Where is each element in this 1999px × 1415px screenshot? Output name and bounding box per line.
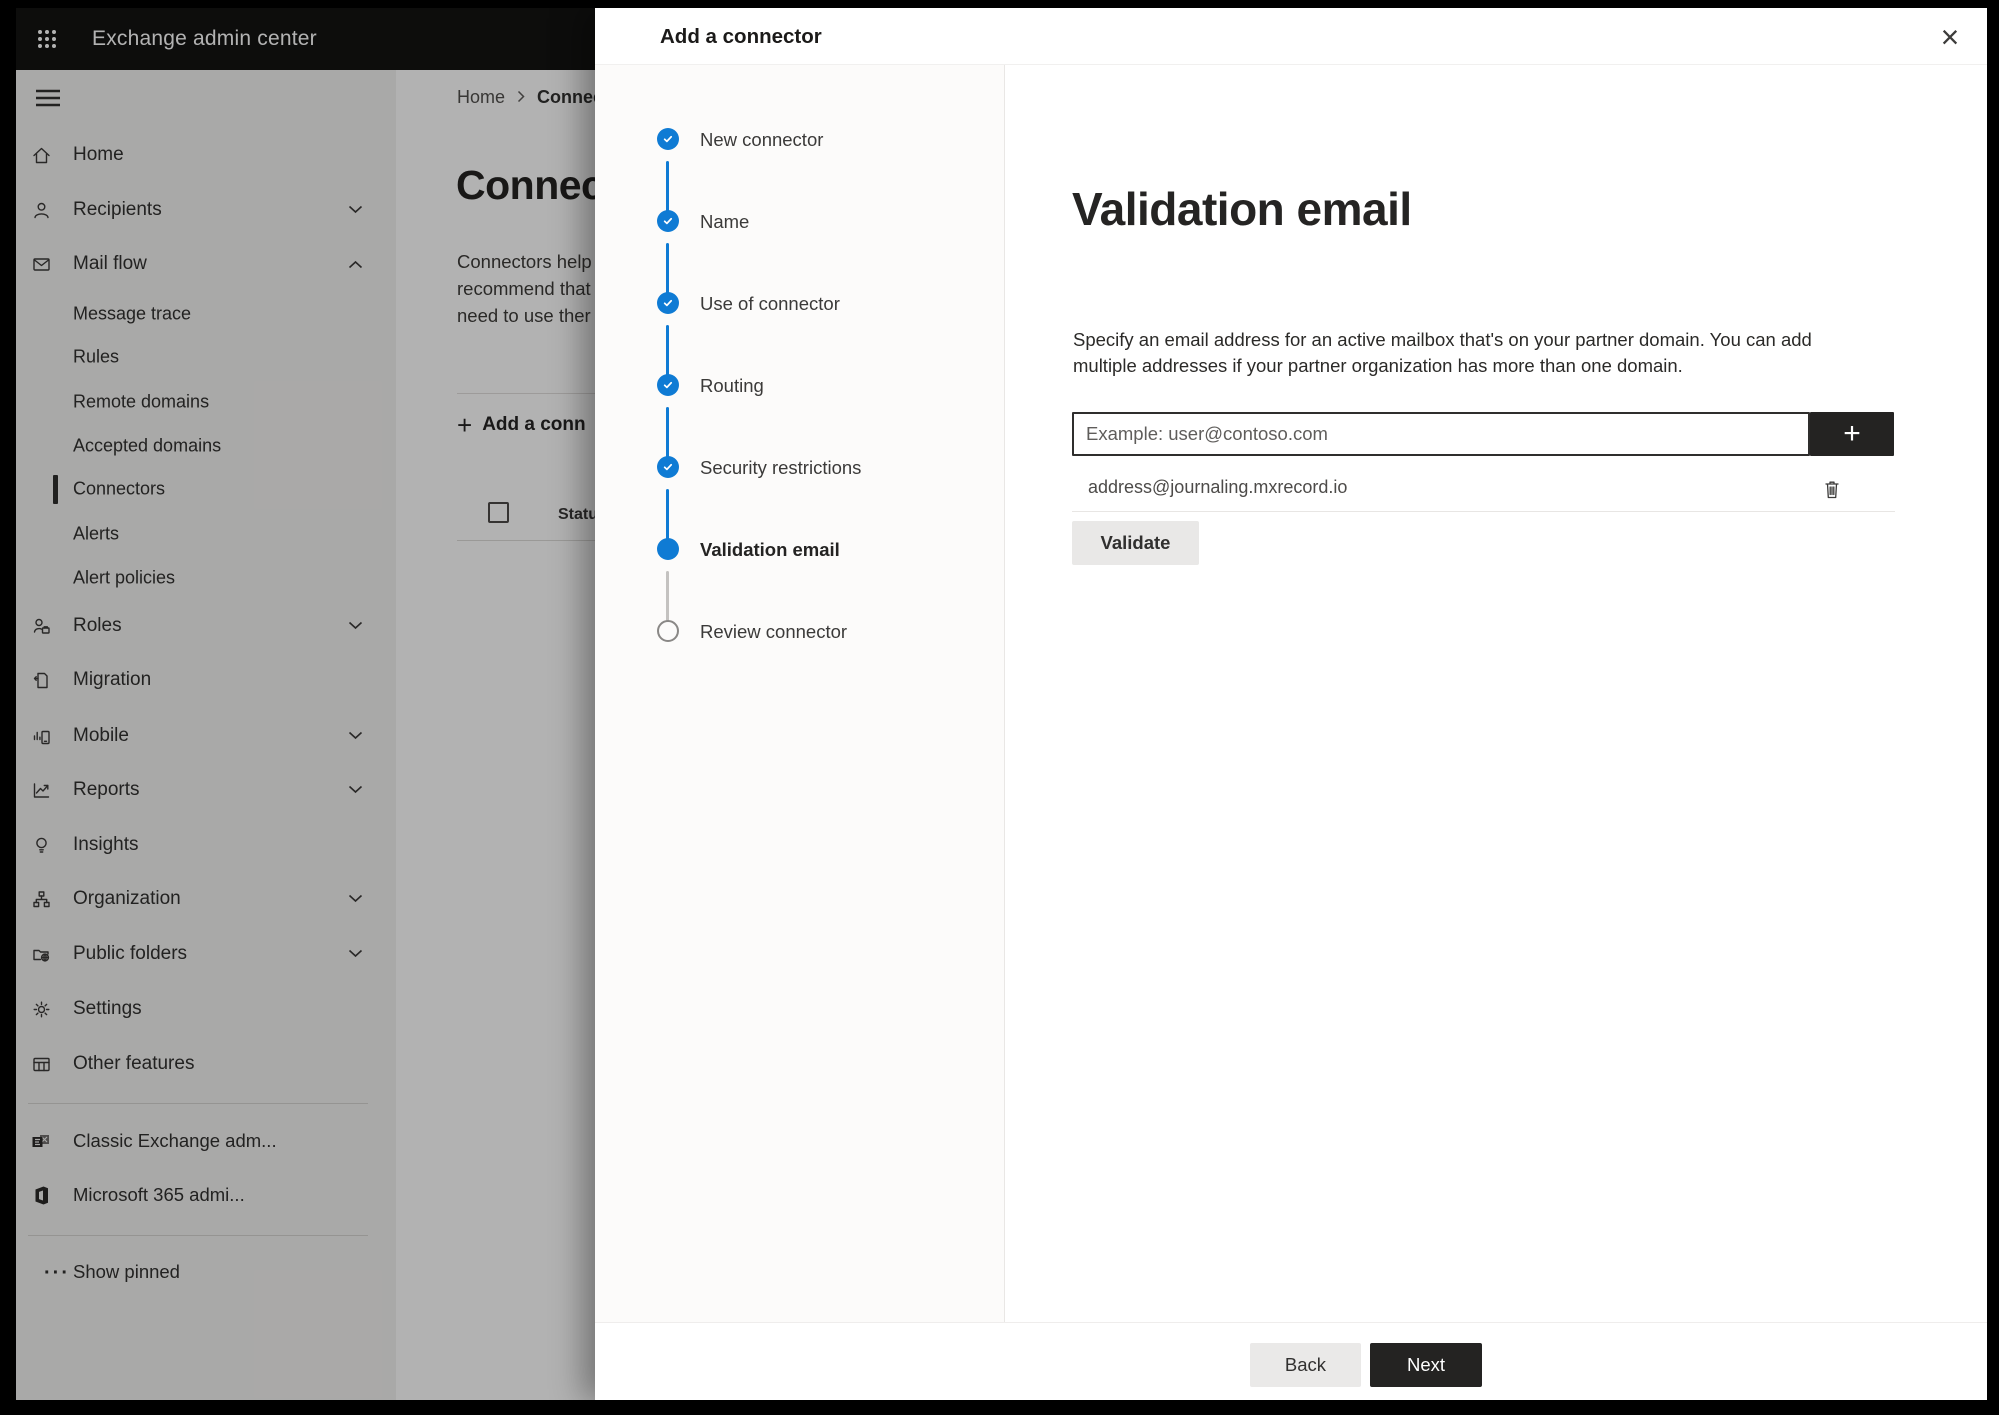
step-check-icon (657, 210, 679, 232)
step-new-connector[interactable]: New connector (595, 128, 1005, 152)
step-name[interactable]: Name (595, 210, 1005, 234)
step-check-icon (657, 374, 679, 396)
step-check-icon (657, 128, 679, 150)
trash-icon (1825, 481, 1839, 498)
address-list-divider (1072, 511, 1895, 512)
next-button[interactable]: Next (1370, 1343, 1482, 1387)
step-connector-line (666, 571, 669, 623)
validation-email-description: Specify an email address for an active m… (1073, 329, 1812, 376)
wizard-steps-panel: New connector Name Use of connector Rout… (595, 65, 1005, 1322)
delete-address-button[interactable] (1816, 473, 1848, 505)
step-check-icon (657, 292, 679, 314)
panel-title: Add a connector (660, 25, 822, 48)
step-use-of-connector[interactable]: Use of connector (595, 292, 1005, 316)
step-connector-line (666, 243, 669, 295)
added-address: address@journaling.mxrecord.io (1088, 477, 1348, 497)
step-connector-line (666, 489, 669, 541)
step-check-icon (657, 456, 679, 478)
close-icon[interactable]: × (1931, 18, 1969, 56)
email-address-input[interactable] (1072, 412, 1810, 456)
added-address-row: address@journaling.mxrecord.io (1072, 468, 1895, 510)
step-review-connector[interactable]: Review connector (595, 620, 1005, 644)
step-todo-circle (657, 620, 679, 642)
app-window: Exchange admin center Home Recipients Ma… (16, 8, 1987, 1400)
step-validation-email[interactable]: Validation email (595, 538, 1005, 562)
validate-button[interactable]: Validate (1072, 521, 1199, 565)
validation-email-heading: Validation email (1072, 183, 1412, 235)
step-connector-line (666, 407, 669, 459)
step-connector-line (666, 161, 669, 213)
add-address-button[interactable]: + (1810, 412, 1894, 456)
step-connector-line (666, 325, 669, 377)
panel-header: Add a connector × (595, 8, 1987, 65)
add-connector-panel: Add a connector × New connector Name Use… (595, 8, 1987, 1400)
plus-icon: + (1843, 417, 1861, 450)
back-button[interactable]: Back (1250, 1343, 1361, 1387)
step-current-dot (657, 538, 679, 560)
step-routing[interactable]: Routing (595, 374, 1005, 398)
step-security-restrictions[interactable]: Security restrictions (595, 456, 1005, 480)
footer-divider (595, 1322, 1987, 1323)
